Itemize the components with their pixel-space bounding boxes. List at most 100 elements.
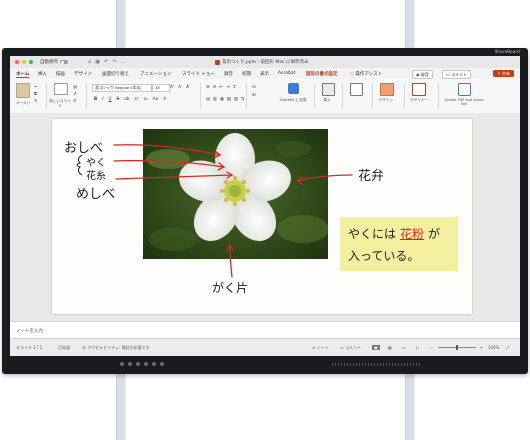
tab-tell-me[interactable]: ◌ 操作アシスト [350,71,382,77]
paste-icon[interactable] [16,83,30,98]
zoom-level[interactable]: 100% [488,345,499,350]
clear-format-icon[interactable]: A̸ [186,84,189,89]
menu-icon[interactable] [144,362,148,366]
bracket [76,154,83,176]
comments-toggle[interactable]: ▭ コメント [340,345,361,351]
tab-view[interactable]: 表示 [260,71,269,77]
text-direction-icon[interactable]: ⇅ [241,96,245,101]
record-button[interactable]: ◉ 録音 [412,69,433,79]
justify-icon[interactable]: ▧ [227,96,231,101]
smartart-icon[interactable]: ⊞ [252,92,256,97]
numbering-icon[interactable]: ☷ [213,84,217,89]
notes-toggle[interactable]: ≡ ノート [312,345,329,351]
label-kaben: 花弁 [358,169,385,184]
insert-shape-icon[interactable] [322,83,335,96]
italic-button[interactable]: I [102,96,103,101]
strikethrough-button[interactable]: S [117,96,120,101]
font-color-icon[interactable]: A [163,96,166,101]
tab-home[interactable]: ホーム [16,71,30,78]
close-window-button[interactable] [15,60,19,64]
change-case-button[interactable]: Aa [153,96,158,101]
tab-slideshow[interactable]: スライド ショー [182,71,215,77]
share-button[interactable]: ⇪ 共有 [493,69,514,77]
redo-icon[interactable]: ↷ [112,59,116,65]
callout-box[interactable]: やくには 花粉が 入っている。 [340,217,458,271]
tab-draw[interactable]: 描画 [56,71,65,77]
tab-animations[interactable]: アニメーション [140,71,171,77]
ribbon-divider [404,83,405,109]
columns-icon[interactable]: ▨ [234,96,238,101]
notes-pane[interactable]: ノートを入力 [10,321,520,339]
volume-up-icon[interactable] [160,362,164,366]
slideshow-button[interactable]: ▷ [416,345,419,350]
reset-icon[interactable]: ↺ [73,91,77,96]
create-pdf-icon[interactable] [458,83,471,96]
subscript-button[interactable]: x₂ [144,96,148,101]
indent-decrease-icon[interactable]: ⇤ [220,84,224,89]
fit-slide-icon[interactable]: ⤢ [506,345,509,350]
comment-button[interactable]: ▭ コメント [442,69,472,79]
designer-icon[interactable] [412,83,426,96]
cut-icon[interactable]: ✂ [34,84,38,89]
maximize-window-button[interactable] [29,60,33,64]
shrink-font-icon[interactable]: A⁻ [178,84,183,89]
new-slide-icon[interactable] [54,83,68,95]
align-right-icon[interactable]: ▦ [220,96,224,101]
tab-shape-format[interactable]: 図形の書式設定 [306,71,338,77]
tab-record[interactable]: 録音 [224,71,233,77]
align-text-icon[interactable]: ⊟ [252,84,256,89]
normal-view-button[interactable]: ▣ [372,345,380,350]
copy-icon[interactable]: ⧉ [34,91,38,96]
undo-icon[interactable]: ↶ [104,59,108,65]
grow-font-icon[interactable]: A⁺ [170,84,175,89]
brand-label: ShareBoard [494,49,520,54]
tab-transitions[interactable]: 画面切り替え [102,71,129,77]
font-name-select[interactable]: 游ゴシック Regular (本文) [92,84,152,92]
save-icon[interactable]: ▣ [95,59,100,65]
tab-review[interactable]: 校閲 [242,71,251,77]
design-ideas-icon[interactable] [380,83,394,96]
language-indicator[interactable]: 日本語 [58,345,70,351]
zoom-slider-thumb[interactable] [456,345,458,350]
autosave-toggle[interactable] [60,60,68,64]
zoom-in-button[interactable]: + [480,345,483,350]
label-meshibe: めしべ [76,187,116,202]
line-spacing-icon[interactable]: ↕ [233,84,237,89]
arrow-gaku [229,244,233,278]
indent-increase-icon[interactable]: ⇥ [226,84,230,89]
accessibility-status[interactable]: ☺ アクセシビリティ: 検討が必要です [82,345,150,351]
reading-view-button[interactable]: ▭ [402,345,406,350]
sharekit-icon[interactable] [288,83,299,94]
stand-post-left-lower [116,372,126,440]
slide[interactable]: おしべ やく 花糸 めしべ 花弁 がく片 やくには 花粉が 入っている。 [52,119,472,314]
document-title: 花のつくり.pptx - 前回の Mac に保存済み [215,59,309,65]
tab-acrobat[interactable]: Acrobat [278,71,295,76]
align-left-icon[interactable]: ▤ [206,96,210,101]
bullets-icon[interactable]: ☰ [206,84,210,89]
power-icon[interactable] [120,362,124,366]
tab-insert[interactable]: 挿入 [38,71,47,77]
bold-button[interactable]: B [94,96,97,101]
align-center-icon[interactable]: ▥ [213,96,217,101]
superscript-button[interactable]: x² [134,96,138,101]
font-size-select[interactable]: 18 [152,84,170,92]
ribbon-divider [372,83,373,109]
home-icon[interactable]: ⌂ [88,59,91,65]
format-painter-icon[interactable]: ✎ [34,98,38,103]
designer-label: デザイナー [410,98,428,102]
underline-button[interactable]: U [108,96,111,101]
more-icon[interactable]: … [120,59,125,65]
minimize-window-button[interactable] [22,60,26,64]
slide-sorter-button[interactable]: ▦ [388,345,392,350]
zoom-out-button[interactable]: − [430,345,433,350]
character-spacing-button[interactable]: ab [124,96,129,101]
back-icon[interactable] [136,362,140,366]
section-icon[interactable]: ≡ [73,98,77,103]
layout-icon[interactable]: ▤ [73,84,77,89]
arrange-icon[interactable] [350,83,363,96]
title-bar: 自動保存 ⌂ ▣ ↶ ↷ … 花のつくり.pptx - 前回の Mac に保存済… [10,56,520,68]
home-button-icon[interactable] [128,362,132,366]
list-tools: ☰ ☷ ⇤ ⇥ ↕ [206,84,236,89]
tab-design[interactable]: デザイン [74,71,92,77]
volume-down-icon[interactable] [152,362,156,366]
